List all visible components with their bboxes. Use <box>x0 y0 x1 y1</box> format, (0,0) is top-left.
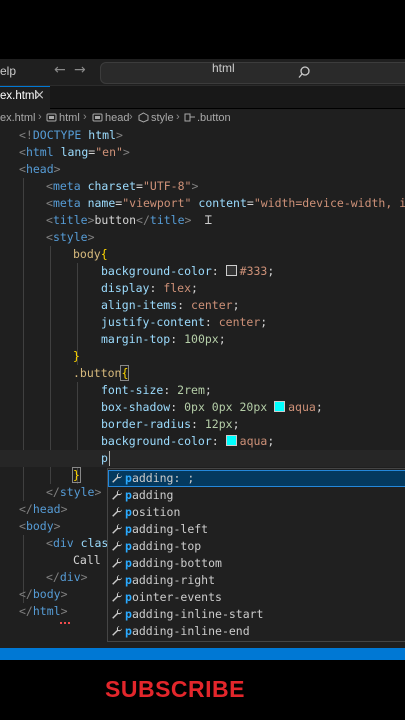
breadcrumb-separator: › <box>38 111 42 123</box>
code-line: margin-top: 100px; <box>101 332 226 346</box>
tab-bar: ex.html × <box>0 86 405 109</box>
style-element-icon <box>138 112 149 126</box>
suggestion-item[interactable]: padding-inline-start <box>108 606 405 623</box>
forward-arrow-icon[interactable]: → <box>74 62 86 78</box>
breadcrumb-separator: › <box>176 111 180 123</box>
html-element-icon <box>46 112 57 126</box>
breadcrumb-html[interactable]: html <box>59 112 80 124</box>
suggestion-item[interactable]: padding <box>108 487 405 504</box>
code-line-active: p <box>0 450 405 467</box>
suggestion-item[interactable]: padding-bottom <box>108 555 405 572</box>
code-line: <html lang="en"> <box>19 145 130 159</box>
code-line: } <box>73 349 80 363</box>
breadcrumb-file[interactable]: ex.html <box>0 112 35 124</box>
back-arrow-icon[interactable]: ← <box>54 62 66 78</box>
code-line: background-color: #333; <box>101 264 275 278</box>
title-bar: elp ← → html <box>0 59 405 86</box>
suggestion-item[interactable]: padding-left <box>108 521 405 538</box>
suggestion-item[interactable]: padding-inline-end <box>108 623 405 640</box>
code-line: <!DOCTYPE html> <box>19 128 123 142</box>
code-line: <title>button</title> <box>46 213 192 227</box>
command-center-search[interactable] <box>100 62 405 84</box>
color-swatch-333[interactable] <box>225 265 237 276</box>
code-line: <meta charset="UTF-8"> <box>46 179 199 193</box>
color-swatch-aqua[interactable] <box>274 401 286 412</box>
close-icon[interactable]: × <box>34 88 45 103</box>
code-line: <meta name="viewport" content="width=dev… <box>46 196 405 210</box>
subscribe-overlay: SUBSCRIBE <box>105 676 245 702</box>
code-line: <style> <box>46 230 95 244</box>
breadcrumb: ex.html › html › head › style › .button <box>0 109 405 127</box>
menu-help[interactable]: elp <box>0 64 16 78</box>
code-line: align-items: center; <box>101 298 240 312</box>
suggestion-item[interactable]: padding-right <box>108 572 405 589</box>
color-swatch-aqua[interactable] <box>225 435 237 446</box>
suggestion-item[interactable]: pointer-events <box>108 589 405 606</box>
suggestion-item[interactable]: position <box>108 504 405 521</box>
code-line: background-color: aqua; <box>101 434 275 448</box>
code-line: display: flex; <box>101 281 198 295</box>
wrench-icon <box>111 625 123 642</box>
status-bar <box>0 648 405 660</box>
code-line: font-size: 2rem; <box>101 383 212 397</box>
suggestion-widget[interactable]: padding: ; padding position padding-left… <box>107 468 405 642</box>
breadcrumb-separator: › <box>129 111 133 123</box>
breadcrumb-separator: › <box>83 111 87 123</box>
text-cursor-icon: Ɪ <box>205 213 212 227</box>
code-line: <head> <box>19 162 61 176</box>
tab-index-html[interactable]: ex.html × <box>0 86 50 109</box>
suggestion-item[interactable]: padding: ; <box>108 470 405 487</box>
code-line: .button{ <box>73 365 130 381</box>
code-line: border-radius: 12px; <box>101 417 240 431</box>
breadcrumb-style[interactable]: style <box>151 112 174 124</box>
error-squiggle <box>60 619 70 624</box>
code-line: box-shadow: 0px 0px 20px aqua; <box>101 400 323 414</box>
tab-label: ex.html <box>0 90 38 102</box>
search-icon <box>298 64 310 83</box>
code-line: body{ <box>73 247 108 261</box>
breadcrumb-head[interactable]: head <box>105 112 129 124</box>
breadcrumb-button-selector[interactable]: .button <box>197 112 231 124</box>
code-line: justify-content: center; <box>101 315 268 329</box>
css-selector-icon <box>184 112 196 126</box>
text-cursor <box>109 451 110 466</box>
search-label: html <box>212 61 235 75</box>
video-top-band <box>0 0 405 59</box>
head-element-icon <box>92 112 103 126</box>
suggestion-item[interactable]: padding-top <box>108 538 405 555</box>
